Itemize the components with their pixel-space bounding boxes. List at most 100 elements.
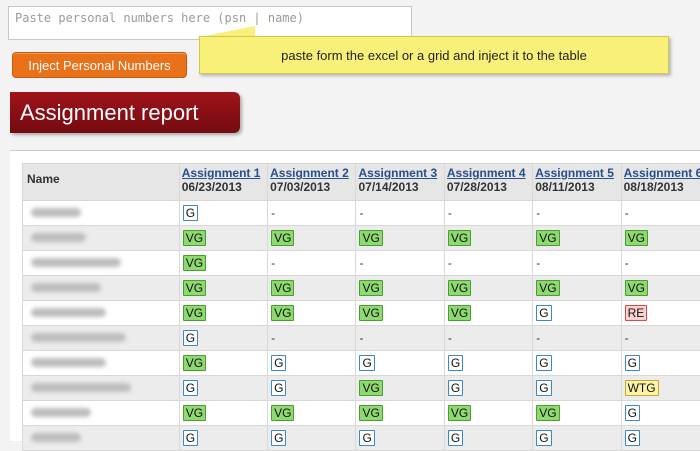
grade-badge[interactable]: VG <box>271 305 294 321</box>
grade-cell: - <box>444 251 532 276</box>
assignment-column-header: Assignment 407/28/2013 <box>444 164 532 201</box>
empty-grade: - <box>448 256 452 270</box>
grade-badge[interactable]: G <box>271 355 286 371</box>
grade-badge[interactable]: VG <box>536 280 559 296</box>
grade-badge[interactable]: G <box>183 205 198 221</box>
assignment-link[interactable]: Assignment 2 <box>270 166 353 180</box>
grade-badge[interactable]: VG <box>183 305 206 321</box>
assignment-column-header: Assignment 608/18/2013 <box>621 164 700 201</box>
grade-badge[interactable]: G <box>536 305 551 321</box>
grade-cell: G <box>621 351 700 376</box>
grade-badge[interactable]: VG <box>271 280 294 296</box>
grade-badge[interactable]: G <box>183 430 198 446</box>
assignment-table: Name Assignment 106/23/2013Assignment 20… <box>22 163 700 451</box>
grade-badge[interactable]: VG <box>183 255 206 271</box>
grade-badge[interactable]: WTG <box>625 380 659 396</box>
student-name-cell <box>23 301 180 326</box>
assignment-column-header: Assignment 508/11/2013 <box>533 164 621 201</box>
grade-cell: VG <box>356 276 444 301</box>
grade-badge[interactable]: G <box>183 380 198 396</box>
grade-cell: - <box>533 201 621 226</box>
grade-badge[interactable]: G <box>625 405 640 421</box>
empty-grade: - <box>448 331 452 345</box>
grade-badge[interactable]: VG <box>448 305 471 321</box>
grade-cell: G <box>444 426 532 451</box>
grade-badge[interactable]: VG <box>183 280 206 296</box>
grade-badge[interactable]: VG <box>448 230 471 246</box>
student-name-cell <box>23 201 180 226</box>
grade-badge[interactable]: VG <box>271 230 294 246</box>
grade-cell: G <box>179 201 267 226</box>
grade-badge[interactable]: VG <box>359 405 382 421</box>
student-name-cell <box>23 226 180 251</box>
grade-cell: G <box>356 426 444 451</box>
assignment-link[interactable]: Assignment 5 <box>535 166 618 180</box>
grade-cell: G <box>179 376 267 401</box>
grade-badge[interactable]: VG <box>625 280 648 296</box>
grade-badge[interactable]: G <box>359 430 374 446</box>
grade-cell: G <box>268 426 356 451</box>
assignment-link[interactable]: Assignment 1 <box>182 166 265 180</box>
table-row: VG VG VG VG VG G <box>23 401 700 426</box>
grade-badge[interactable]: VG <box>271 405 294 421</box>
grade-badge[interactable]: VG <box>625 230 648 246</box>
table-row: VG G G G G G <box>23 351 700 376</box>
grade-badge[interactable]: G <box>536 430 551 446</box>
grade-cell: G <box>621 401 700 426</box>
grade-badge[interactable]: G <box>625 430 640 446</box>
redacted-name <box>31 333 126 342</box>
grade-badge[interactable]: VG <box>183 355 206 371</box>
inject-personal-numbers-button[interactable]: Inject Personal Numbers <box>12 52 187 78</box>
grade-badge[interactable]: VG <box>536 405 559 421</box>
grade-badge[interactable]: G <box>271 430 286 446</box>
grade-badge[interactable]: VG <box>359 230 382 246</box>
grade-cell: VG <box>621 226 700 251</box>
grade-badge[interactable]: VG <box>359 280 382 296</box>
grade-badge[interactable]: RE <box>625 305 648 321</box>
grade-badge[interactable]: G <box>625 355 640 371</box>
empty-grade: - <box>625 206 629 220</box>
table-row: VG VG VG VG VG VG <box>23 226 700 251</box>
empty-grade: - <box>536 206 540 220</box>
grade-badge[interactable]: VG <box>183 405 206 421</box>
grade-cell: VG <box>268 226 356 251</box>
grade-cell: G <box>533 376 621 401</box>
grade-badge[interactable]: G <box>448 380 463 396</box>
grade-badge[interactable]: G <box>536 355 551 371</box>
grade-cell: G <box>444 351 532 376</box>
assignment-date: 07/03/2013 <box>270 180 353 194</box>
empty-grade: - <box>625 331 629 345</box>
assignment-column-header: Assignment 106/23/2013 <box>179 164 267 201</box>
grade-badge[interactable]: VG <box>183 230 206 246</box>
redacted-name <box>31 233 86 242</box>
grade-badge[interactable]: G <box>536 380 551 396</box>
grade-badge[interactable]: VG <box>448 280 471 296</box>
grade-cell: G <box>356 351 444 376</box>
assignment-link[interactable]: Assignment 6 <box>624 166 700 180</box>
student-name-cell <box>23 276 180 301</box>
grade-cell: - <box>444 201 532 226</box>
grade-badge[interactable]: VG <box>359 380 382 396</box>
grade-cell: - <box>621 251 700 276</box>
grade-badge[interactable]: G <box>359 355 374 371</box>
grade-badge[interactable]: VG <box>536 230 559 246</box>
grade-cell: VG <box>179 226 267 251</box>
grade-cell: G <box>444 376 532 401</box>
grade-badge[interactable]: G <box>183 330 198 346</box>
grade-cell: VG <box>533 226 621 251</box>
assignment-date: 08/18/2013 <box>624 180 700 194</box>
grade-cell: G <box>268 351 356 376</box>
grade-badge[interactable]: G <box>448 430 463 446</box>
assignment-date: 07/28/2013 <box>447 180 530 194</box>
grade-cell: VG <box>621 276 700 301</box>
grade-cell: G <box>533 351 621 376</box>
table-row: GGGGGG <box>23 426 700 451</box>
assignment-link[interactable]: Assignment 4 <box>447 166 530 180</box>
grade-badge[interactable]: G <box>448 355 463 371</box>
grade-badge[interactable]: G <box>271 380 286 396</box>
grade-badge[interactable]: VG <box>359 305 382 321</box>
assignment-link[interactable]: Assignment 3 <box>358 166 441 180</box>
grade-badge[interactable]: VG <box>448 405 471 421</box>
grade-cell: G <box>179 326 267 351</box>
table-row: VG VG VG VG VG VG <box>23 276 700 301</box>
